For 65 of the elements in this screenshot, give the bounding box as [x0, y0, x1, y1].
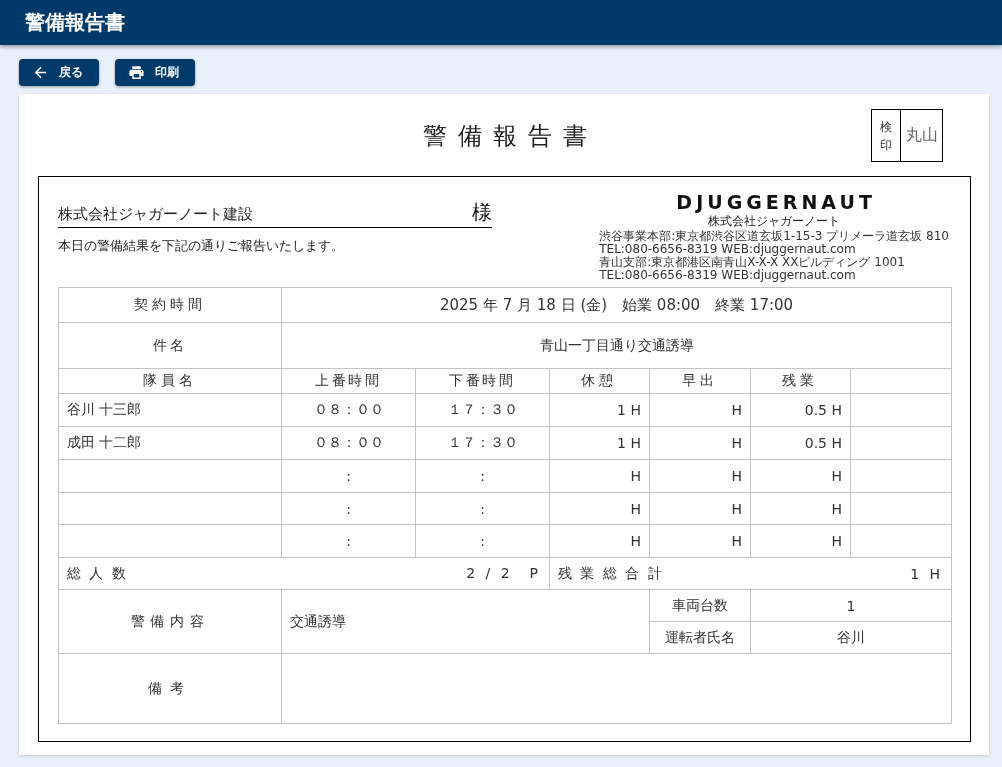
- table-cell: H: [750, 459, 851, 493]
- table-cell: 0.5 H: [750, 426, 851, 460]
- table-cell: 成田 十二郎: [58, 426, 282, 460]
- label-cell: 運転者氏名: [649, 621, 751, 654]
- value-cell: 谷川: [750, 621, 952, 654]
- table-cell: ０８：００: [281, 426, 416, 460]
- app-title: 警備報告書: [25, 9, 125, 36]
- back-button[interactable]: 戻る: [19, 59, 99, 86]
- value-cell: 1: [750, 589, 952, 622]
- table-cell: H: [549, 524, 650, 558]
- table-cell: :: [281, 524, 416, 558]
- company-address: TEL:080-6656-8319 WEB:djuggernaut.com: [599, 243, 857, 256]
- table-cell: :: [415, 492, 550, 525]
- value-cell: 交通誘導: [281, 589, 650, 654]
- column-header: 隊員名: [58, 368, 282, 394]
- table-cell: H: [649, 426, 751, 460]
- company-name: 株式会社ジャガーノート: [708, 214, 841, 229]
- back-arrow-icon: [32, 64, 49, 81]
- table-cell: H: [649, 524, 751, 558]
- label-cell: 備考: [58, 653, 282, 724]
- table-cell: 1 H: [549, 426, 650, 460]
- company-address: TEL:080-6656-8319 WEB:djuggernaut.com: [599, 269, 857, 282]
- column-header: 残業: [750, 368, 851, 394]
- table-cell: H: [649, 393, 751, 427]
- table-cell: H: [750, 492, 851, 525]
- company-logo: DJUGGERNAUT: [675, 191, 876, 214]
- label-cell: 車両台数: [649, 589, 751, 622]
- label-cell: 件名: [58, 322, 282, 369]
- table-cell: H: [549, 459, 650, 493]
- recipient-honorific: 様: [472, 199, 492, 226]
- table-cell: H: [649, 492, 751, 525]
- table-cell: 谷川 十三郎: [58, 393, 282, 427]
- table-cell: H: [649, 459, 751, 493]
- print-button[interactable]: 印刷: [115, 59, 195, 86]
- column-header: 下番時間: [415, 368, 550, 394]
- stamp-signature: 丸山: [904, 124, 939, 146]
- table-cell: ０８：００: [281, 393, 416, 427]
- company-address: 青山支部:東京都港区南青山X-X-X XXビルディング 1001: [599, 256, 906, 269]
- table-cell: 1 H: [549, 393, 650, 427]
- table-cell: １７：３０: [415, 393, 550, 427]
- column-header: 上番時間: [281, 368, 416, 394]
- total-label: 残業総合計: [558, 564, 670, 583]
- column-header: 早出: [649, 368, 751, 394]
- table-cell: H: [750, 524, 851, 558]
- table-cell: １７：３０: [415, 426, 550, 460]
- label-cell: 契約時間: [58, 287, 282, 323]
- report-title: 警備報告書: [421, 120, 598, 152]
- printer-icon: [128, 64, 145, 81]
- recipient-name: 株式会社ジャガーノート建設: [58, 205, 253, 224]
- value-cell: 2025 年 7 月 18 日 (金) 始業 08:00 終業 17:00: [281, 287, 952, 323]
- total-value: 1 H: [910, 565, 944, 582]
- column-header: 休憩: [549, 368, 650, 394]
- table-cell: :: [281, 459, 416, 493]
- total-value: 2 / 2 P: [466, 564, 541, 583]
- table-cell: :: [415, 524, 550, 558]
- table-cell: 0.5 H: [750, 393, 851, 427]
- label-cell: 警備内容: [58, 589, 282, 654]
- report-message: 本日の警備結果を下記の通りご報告いたします。: [58, 237, 345, 255]
- stamp-label: 検印: [880, 118, 892, 154]
- value-cell: 青山一丁目通り交通誘導: [281, 322, 952, 369]
- table-cell: :: [281, 492, 416, 525]
- company-address: 渋谷事業本部:東京都渋谷区道玄坂1-15-3 プリメーラ道玄坂 810: [599, 230, 949, 243]
- table-cell: :: [415, 459, 550, 493]
- table-cell: H: [549, 492, 650, 525]
- total-label: 総人数: [67, 564, 135, 583]
